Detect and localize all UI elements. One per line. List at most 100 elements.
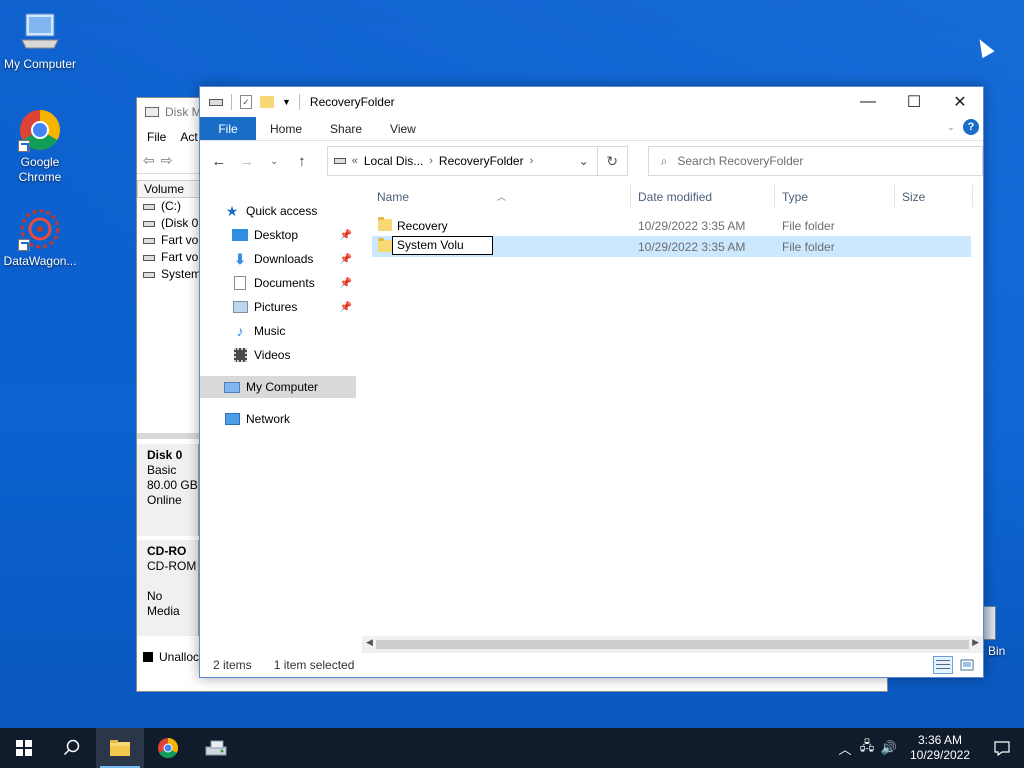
customize-qat-chevron-icon[interactable]: ▼ xyxy=(282,97,291,107)
pin-icon[interactable]: 📌 xyxy=(340,278,352,289)
menu-file[interactable]: File xyxy=(147,130,166,144)
column-divider[interactable] xyxy=(630,185,631,207)
back-arrow-icon[interactable]: ⇦ xyxy=(143,152,155,169)
maximize-button[interactable]: ☐ xyxy=(891,87,937,117)
taskbar-disk-management[interactable] xyxy=(192,728,240,768)
rename-input[interactable]: System Volu xyxy=(392,236,493,255)
scroll-left-icon[interactable]: ◀ xyxy=(366,637,373,648)
file-list-view[interactable]: ︿ Name Date modified Type Size Recovery … xyxy=(372,181,983,653)
volume-icon[interactable]: 🔊 xyxy=(878,740,900,756)
action-center-button[interactable] xyxy=(980,740,1024,756)
expand-ribbon-chevron-icon[interactable]: ⌄ xyxy=(947,122,955,133)
chrome-icon xyxy=(18,108,62,152)
volume-icon xyxy=(143,271,155,278)
selection-count: 1 item selected xyxy=(273,658,355,672)
address-dropdown-icon[interactable]: ⌄ xyxy=(579,154,589,168)
help-icon[interactable]: ? xyxy=(963,119,979,135)
back-arrow-icon[interactable]: ← xyxy=(210,153,228,170)
shortcut-arrow-icon xyxy=(18,239,30,251)
explorer-titlebar[interactable]: ✓ ▼ RecoveryFolder — ☐ ✕ xyxy=(200,87,983,117)
column-header-type[interactable]: Type xyxy=(782,190,808,204)
show-hidden-icons-chevron-icon[interactable]: ︿ xyxy=(834,739,856,758)
music-note-icon: ♪ xyxy=(236,323,244,339)
breadcrumb-chevron-icon[interactable]: › xyxy=(530,155,534,167)
nav-videos[interactable]: Videos xyxy=(200,344,356,366)
close-button[interactable]: ✕ xyxy=(937,87,983,117)
nav-music[interactable]: ♪ Music xyxy=(200,320,356,342)
computer-icon xyxy=(18,10,62,54)
refresh-icon[interactable]: ↻ xyxy=(596,147,627,175)
address-overflow[interactable]: « xyxy=(352,155,358,167)
search-button[interactable] xyxy=(48,728,96,768)
search-placeholder: Search RecoveryFolder xyxy=(677,154,804,168)
new-folder-icon[interactable] xyxy=(260,96,274,108)
cdrom-info[interactable]: CD-RO CD-ROM No Media xyxy=(137,540,199,636)
column-header-name[interactable]: Name xyxy=(377,190,409,204)
column-divider[interactable] xyxy=(972,185,973,207)
desktop-icon-my-computer[interactable]: My Computer xyxy=(0,10,80,72)
volume-label: Fart vol xyxy=(161,233,202,247)
tab-view[interactable]: View xyxy=(376,117,430,140)
search-box[interactable]: ⌕ Search RecoveryFolder xyxy=(647,146,983,176)
desktop-icon-label: DataWagon... xyxy=(3,254,77,268)
desktop-icon-chrome[interactable]: Google Chrome xyxy=(0,108,80,185)
column-headers: ︿ Name Date modified Type Size xyxy=(372,181,983,211)
recent-locations-chevron-icon[interactable]: ⌄ xyxy=(265,156,283,167)
file-explorer-window[interactable]: ✓ ▼ RecoveryFolder — ☐ ✕ File Home Share… xyxy=(199,86,984,678)
large-icons-view-icon[interactable] xyxy=(957,656,977,674)
file-date: 10/29/2022 3:35 AM xyxy=(638,240,746,254)
nav-documents[interactable]: Documents 📌 xyxy=(200,272,356,294)
clock[interactable]: 3:36 AM 10/29/2022 xyxy=(900,733,980,763)
star-icon: ★ xyxy=(225,202,239,219)
column-divider[interactable] xyxy=(774,185,775,207)
tab-file[interactable]: File xyxy=(200,117,256,140)
nav-desktop[interactable]: Desktop 📌 xyxy=(200,224,356,246)
breadcrumb-local-disk[interactable]: Local Dis... xyxy=(364,154,423,168)
minimize-button[interactable]: — xyxy=(845,87,891,117)
breadcrumb-recoveryfolder[interactable]: RecoveryFolder xyxy=(439,154,524,168)
start-button[interactable] xyxy=(0,728,48,768)
file-row-recovery[interactable]: Recovery 10/29/2022 3:35 AM File folder xyxy=(372,215,971,236)
nav-my-computer[interactable]: My Computer xyxy=(200,376,356,398)
forward-arrow-icon[interactable]: ⇨ xyxy=(161,152,173,169)
forward-arrow-icon[interactable]: → xyxy=(238,153,256,170)
nav-quick-access[interactable]: ★ Quick access xyxy=(200,200,356,222)
volume-icon xyxy=(143,254,155,261)
search-icon xyxy=(63,739,80,756)
up-arrow-icon[interactable]: ↑ xyxy=(293,153,311,170)
network-icon[interactable]: 🖧 xyxy=(856,737,878,759)
properties-icon[interactable]: ✓ xyxy=(240,95,252,109)
pin-icon[interactable]: 📌 xyxy=(340,254,352,265)
system-tray: ︿ 🖧 🔊 3:36 AM 10/29/2022 xyxy=(834,728,1024,768)
horizontal-scrollbar[interactable]: ◀ ▶ xyxy=(362,636,983,653)
chrome-icon xyxy=(158,738,178,758)
legend-label: Unalloc xyxy=(159,650,200,664)
separator xyxy=(231,94,232,110)
pin-icon[interactable]: 📌 xyxy=(340,230,352,241)
pin-icon[interactable]: 📌 xyxy=(340,302,352,313)
tab-share[interactable]: Share xyxy=(316,117,376,140)
column-divider[interactable] xyxy=(894,185,895,207)
column-header-size[interactable]: Size xyxy=(902,190,925,204)
column-header-date[interactable]: Date modified xyxy=(638,190,712,204)
taskbar-file-explorer[interactable] xyxy=(96,728,144,768)
tab-home[interactable]: Home xyxy=(256,117,316,140)
menu-action[interactable]: Act xyxy=(180,130,197,144)
breadcrumb-chevron-icon[interactable]: › xyxy=(429,155,433,167)
file-row-system-volume[interactable]: System Volu 10/29/2022 3:35 AM File fold… xyxy=(372,236,971,257)
item-count: 2 items xyxy=(213,658,252,672)
nav-label: Documents xyxy=(254,276,315,290)
details-view-icon[interactable] xyxy=(933,656,953,674)
scrollbar-thumb[interactable] xyxy=(376,640,969,649)
ribbon-right: ⌄ ? xyxy=(947,119,979,135)
notification-icon xyxy=(994,741,1010,756)
datawagon-icon xyxy=(18,207,62,251)
nav-pictures[interactable]: Pictures 📌 xyxy=(200,296,356,318)
desktop-icon-datawagon[interactable]: DataWagon... xyxy=(0,207,80,269)
disk0-info[interactable]: Disk 0 Basic 80.00 GB Online xyxy=(137,444,199,536)
address-bar[interactable]: « Local Dis... › RecoveryFolder › ⌄ ↻ xyxy=(326,146,628,176)
nav-downloads[interactable]: ⬇ Downloads 📌 xyxy=(200,248,356,270)
taskbar-chrome[interactable] xyxy=(144,728,192,768)
nav-network[interactable]: Network xyxy=(200,408,356,430)
scroll-right-icon[interactable]: ▶ xyxy=(972,637,979,648)
